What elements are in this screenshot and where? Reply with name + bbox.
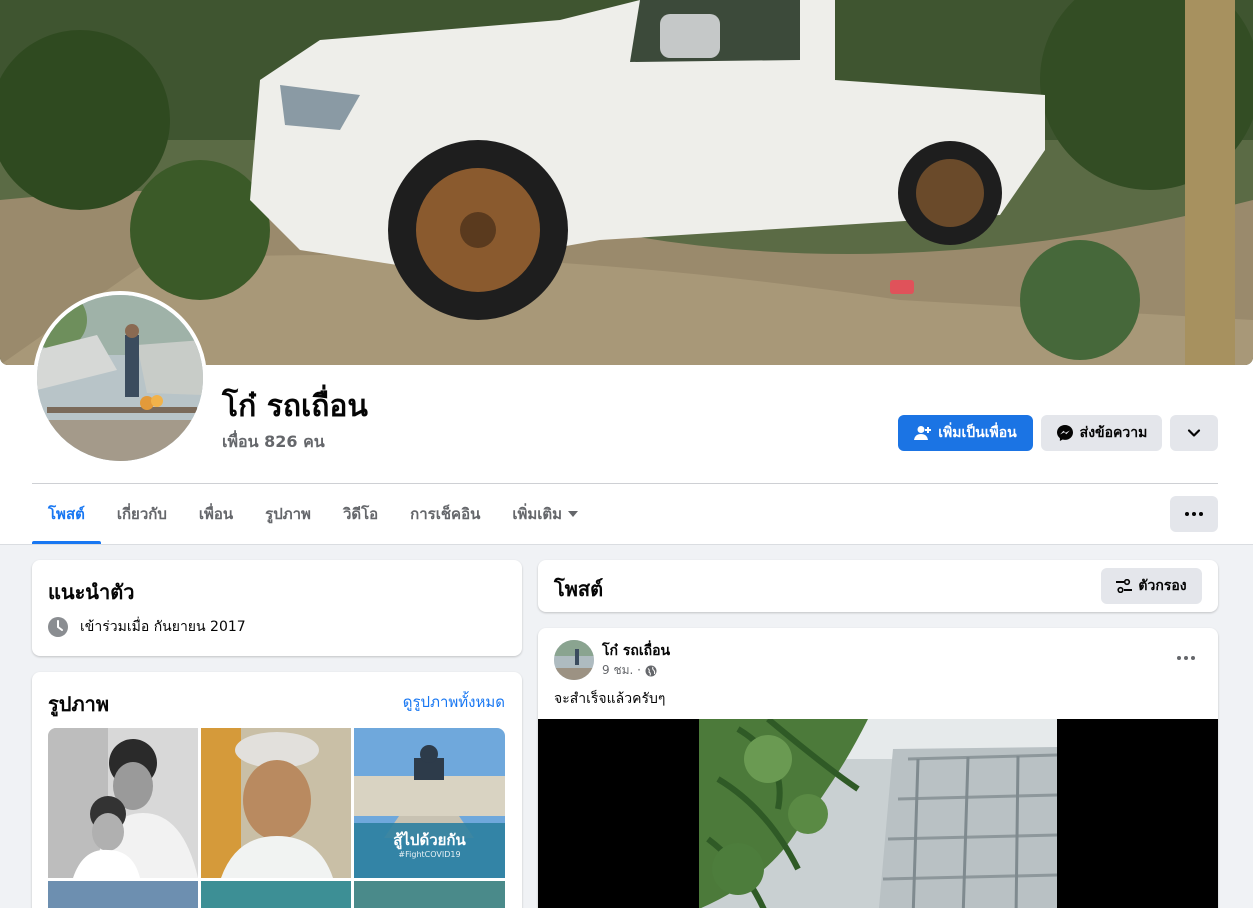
post-author-name[interactable]: โก๋ รถเถื่อน (602, 640, 670, 662)
tab-videos[interactable]: วิดีโอ (327, 484, 394, 544)
photos-card: รูปภาพ ดูรูปภาพทั้งหมด สู้ไปด้วยกัน #Fig… (32, 672, 522, 908)
photo-thumbnail[interactable] (201, 881, 351, 908)
caret-down-icon (568, 511, 579, 517)
add-friend-button[interactable]: เพิ่มเป็นเพื่อน (898, 415, 1033, 451)
tab-posts[interactable]: โพสต์ (32, 484, 101, 544)
tab-label: เกี่ยวกับ (116, 505, 167, 523)
tab-label: โพสต์ (48, 505, 85, 523)
tab-about[interactable]: เกี่ยวกับ (101, 484, 183, 544)
covid-photo-tag: #FightCOVID19 (398, 850, 461, 859)
intro-title: แนะนำตัว (48, 580, 135, 604)
post-time[interactable]: 9 ชม. · (602, 661, 641, 680)
posts-header-card: โพสต์ ตัวกรอง (538, 560, 1218, 612)
friend-count[interactable]: เพื่อน 826 คน (222, 430, 325, 455)
profile-tabs: โพสต์ เกี่ยวกับ เพื่อน รูปภาพ วิดีโอ การ… (32, 484, 594, 544)
photo-thumbnail[interactable] (48, 881, 198, 908)
chevron-down-icon (1187, 429, 1201, 437)
post-meta: 9 ชม. · (602, 661, 657, 680)
tab-label: การเช็คอิน (410, 505, 481, 523)
add-friend-icon (914, 426, 932, 440)
photo-thumbnail[interactable] (48, 728, 198, 878)
tabs-more-button[interactable] (1170, 496, 1218, 532)
post-author-avatar[interactable] (554, 640, 594, 680)
message-label: ส่งข้อความ (1079, 425, 1148, 441)
filter-icon (1116, 579, 1133, 593)
tab-photos[interactable]: รูปภาพ (249, 484, 327, 544)
see-all-photos-link[interactable]: ดูรูปภาพทั้งหมด (403, 690, 505, 714)
tab-label: เพื่อน (198, 505, 234, 523)
joined-text: เข้าร่วมเมื่อ กันยายน 2017 (80, 619, 246, 635)
intro-card: แนะนำตัว เข้าร่วมเมื่อ กันยายน 2017 (32, 560, 522, 656)
tab-more[interactable]: เพิ่มเติม (496, 484, 594, 544)
globe-icon (645, 665, 657, 676)
more-actions-button[interactable] (1170, 415, 1218, 451)
filter-button[interactable]: ตัวกรอง (1101, 568, 1202, 604)
photo-thumbnail[interactable] (201, 728, 351, 878)
add-friend-label: เพิ่มเป็นเพื่อน (938, 425, 1017, 441)
posts-title: โพสต์ (554, 577, 604, 601)
covid-photo-caption: สู้ไปด้วยกัน (393, 831, 466, 849)
clock-icon (48, 617, 68, 637)
photo-thumbnail[interactable] (354, 881, 505, 908)
tab-label: รูปภาพ (265, 505, 311, 523)
photos-title: รูปภาพ (48, 692, 110, 716)
joined-row: เข้าร่วมเมื่อ กันยายน 2017 (48, 616, 246, 638)
filter-label: ตัวกรอง (1138, 578, 1187, 594)
more-dots-icon (1185, 512, 1203, 516)
more-dots-icon (1177, 656, 1195, 660)
messenger-icon (1056, 425, 1073, 441)
post-media[interactable] (538, 719, 1218, 908)
post-card: โก๋ รถเถื่อน 9 ชม. · จะสำเร็จแล้วครับๆ (538, 628, 1218, 908)
post-options-button[interactable] (1168, 640, 1204, 676)
profile-avatar[interactable] (33, 291, 207, 465)
post-text: จะสำเร็จแล้วครับๆ (554, 691, 666, 707)
tab-label: เพิ่มเติม (512, 505, 563, 523)
tab-checkins[interactable]: การเช็คอิน (394, 484, 496, 544)
message-button[interactable]: ส่งข้อความ (1041, 415, 1162, 451)
profile-name: โก๋ รถเถื่อน (222, 389, 368, 424)
photo-thumbnail[interactable]: สู้ไปด้วยกัน #FightCOVID19 (354, 728, 505, 878)
profile-header: โก๋ รถเถื่อน เพื่อน 826 คน เพิ่มเป็นเพื่… (0, 0, 1253, 545)
tab-label: วิดีโอ (342, 505, 379, 523)
cover-photo[interactable] (0, 0, 1253, 365)
tab-friends[interactable]: เพื่อน (183, 484, 249, 544)
